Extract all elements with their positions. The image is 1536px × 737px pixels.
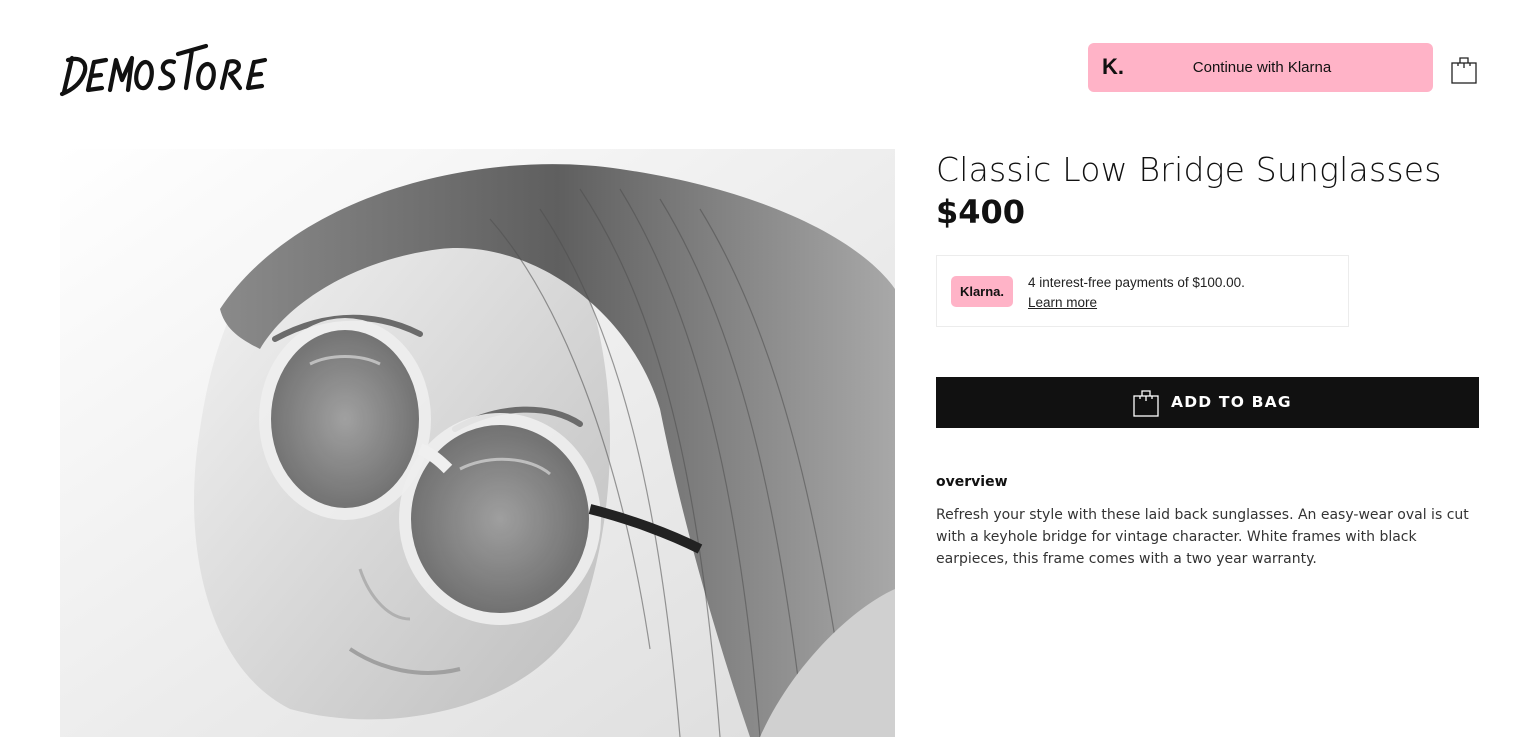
klarna-installments-message: 4 interest-free payments of $100.00. [1028, 275, 1245, 290]
product-image [60, 149, 895, 737]
shopping-bag-icon [1451, 57, 1477, 84]
product-page: K. Continue with Klarna Classic Low Brid… [0, 0, 1536, 737]
continue-with-klarna-button[interactable]: K. Continue with Klarna [1088, 43, 1433, 92]
product-photo [60, 149, 895, 737]
cart-button[interactable] [1450, 55, 1478, 85]
klarna-badge: Klarna. [951, 276, 1013, 307]
overview-description: Refresh your style with these laid back … [936, 507, 1469, 567]
klarna-cta-label: Continue with Klarna [1192, 59, 1332, 76]
overview-heading: overview [936, 474, 1008, 490]
demostore-logo-mark [59, 43, 268, 97]
add-to-bag-button[interactable]: ADD TO BAG [936, 377, 1479, 428]
store-logo[interactable] [58, 40, 268, 102]
klarna-learn-more-link[interactable]: Learn more [1028, 293, 1097, 312]
klarna-k-icon: K. [1102, 54, 1124, 79]
klarna-promo-box: Klarna. 4 interest-free payments of $100… [936, 255, 1349, 327]
shopping-bag-icon [1132, 388, 1160, 418]
product-details: Classic Low Bridge Sunglasses $400 Klarn… [936, 149, 1481, 567]
product-title: Classic Low Bridge Sunglasses [936, 150, 1442, 189]
add-to-bag-label: ADD TO BAG [1171, 393, 1292, 411]
product-price: $400 [936, 193, 1026, 231]
